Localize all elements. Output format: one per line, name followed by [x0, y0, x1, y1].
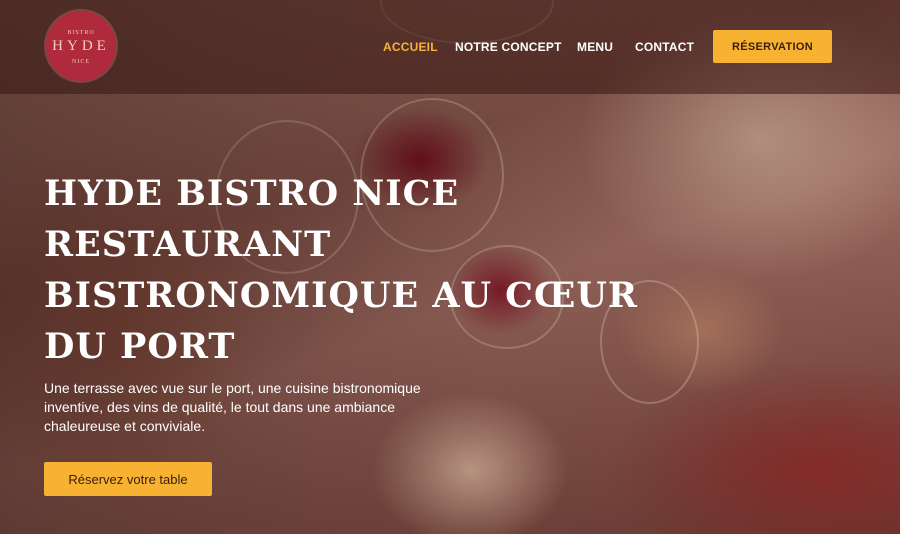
nav-link-accueil[interactable]: ACCUEIL: [383, 40, 438, 54]
hero-title: HYDE BISTRO NICE RESTAURANT BISTRONOMIQU…: [44, 168, 644, 372]
hero-title-line: HYDE BISTRO NICE: [44, 173, 460, 214]
navbar: BISTRO HYDE NICE ACCUEIL NOTRE CONCEPT M…: [0, 0, 900, 94]
hero-description: Une terrasse avec vue sur le port, une c…: [44, 380, 421, 434]
logo-name: HYDE: [52, 38, 110, 54]
logo[interactable]: BISTRO HYDE NICE: [46, 11, 116, 81]
nav-link-menu[interactable]: MENU: [577, 40, 613, 54]
hero-title-line: DU PORT: [44, 326, 236, 367]
logo-bottom-text: NICE: [72, 59, 90, 65]
nav-link-notre-concept[interactable]: NOTRE CONCEPT: [455, 40, 562, 54]
reservation-button[interactable]: RÉSERVATION: [713, 30, 832, 63]
logo-top-text: BISTRO: [67, 30, 95, 36]
nav-link-contact[interactable]: CONTACT: [635, 40, 694, 54]
hero-title-line: BISTRONOMIQUE AU CŒUR: [44, 275, 638, 316]
hero-title-line: RESTAURANT: [44, 224, 332, 265]
book-table-button[interactable]: Réservez votre table: [44, 462, 212, 496]
